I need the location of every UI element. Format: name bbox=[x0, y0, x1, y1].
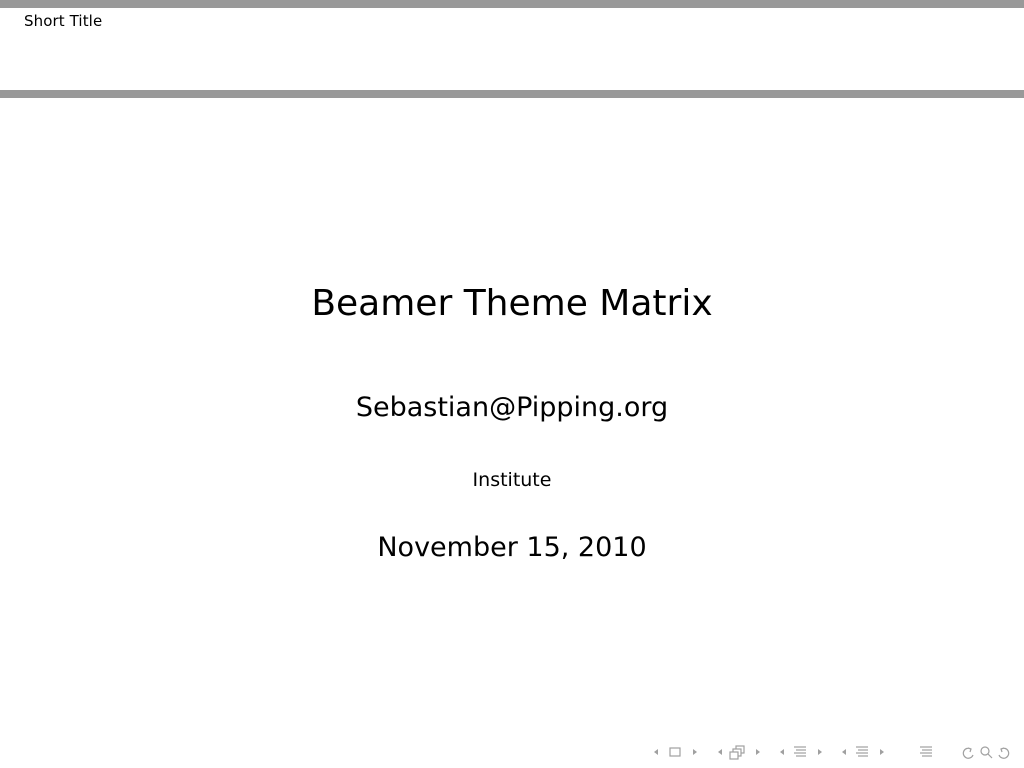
nav-right-arrow-icon bbox=[880, 749, 884, 755]
appendix-icon bbox=[920, 746, 932, 757]
header-bar: Short Title bbox=[0, 8, 1024, 90]
header-top-rule bbox=[0, 0, 1024, 8]
find-icon bbox=[980, 746, 993, 759]
nav-right-arrow-icon bbox=[693, 749, 697, 755]
navigation-bar bbox=[650, 743, 1018, 761]
frame-back-button[interactable] bbox=[654, 747, 697, 757]
short-title: Short Title bbox=[24, 12, 103, 30]
slide-date: November 15, 2010 bbox=[377, 532, 647, 563]
nav-left-arrow-icon bbox=[654, 749, 658, 755]
redo-button[interactable] bbox=[998, 747, 1010, 759]
frame-icon bbox=[669, 747, 681, 757]
nav-right-arrow-icon bbox=[756, 749, 760, 755]
appendix-button[interactable] bbox=[920, 746, 932, 757]
slide-institute: Institute bbox=[472, 469, 552, 491]
slide-title: Beamer Theme Matrix bbox=[311, 283, 713, 324]
nav-left-arrow-icon bbox=[842, 749, 846, 755]
section-back-button[interactable] bbox=[780, 746, 822, 757]
header-bottom-rule bbox=[0, 90, 1024, 98]
section-forward-button[interactable] bbox=[842, 746, 884, 757]
section-icon bbox=[794, 746, 806, 757]
undo-button[interactable] bbox=[962, 747, 974, 759]
nav-right-arrow-icon bbox=[818, 749, 822, 755]
find-button[interactable] bbox=[980, 746, 993, 759]
nav-left-arrow-icon bbox=[718, 749, 722, 755]
undo-icon bbox=[962, 747, 974, 759]
subsection-back-button[interactable] bbox=[718, 745, 760, 760]
subsection-icon bbox=[729, 745, 745, 760]
nav-left-arrow-icon bbox=[780, 749, 784, 755]
redo-icon bbox=[998, 747, 1010, 759]
section-icon bbox=[856, 746, 868, 757]
slide-author: Sebastian@Pipping.org bbox=[355, 392, 669, 423]
